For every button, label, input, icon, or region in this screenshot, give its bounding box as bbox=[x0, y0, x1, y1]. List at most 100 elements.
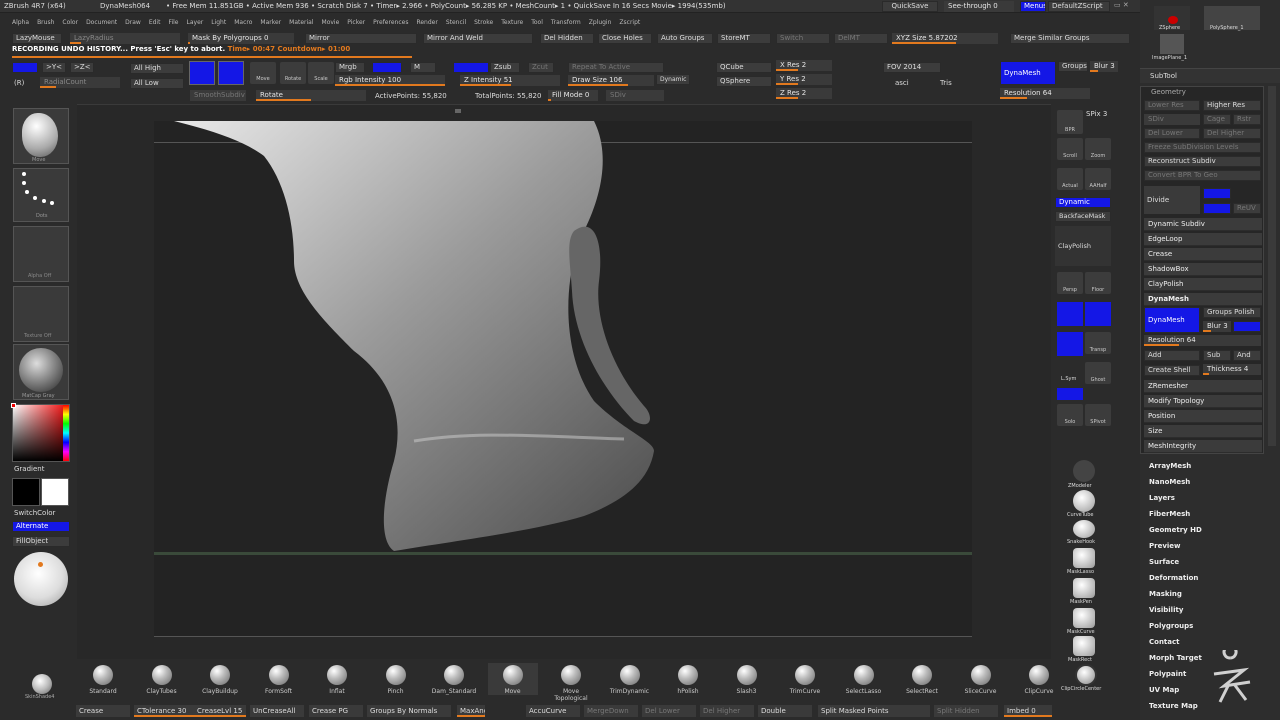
subpalette-geometry-hd[interactable]: Geometry HD bbox=[1149, 526, 1202, 534]
mask-by-polygroups-slider[interactable]: Mask By Polygroups 0 bbox=[188, 33, 294, 44]
material-thumbnail[interactable]: MatCap Gray bbox=[13, 344, 69, 400]
hue-strip[interactable] bbox=[63, 405, 69, 461]
dynamic-persp-toggle[interactable]: Dynamic bbox=[1055, 197, 1111, 208]
m-button[interactable]: M bbox=[410, 62, 436, 73]
menu-marker[interactable]: Marker bbox=[260, 19, 281, 26]
zmodeler-icon[interactable] bbox=[1073, 460, 1095, 482]
maskpen-icon[interactable] bbox=[1073, 578, 1095, 598]
mirror-button[interactable]: Mirror bbox=[305, 33, 417, 44]
radial-r-toggle[interactable]: (R) bbox=[14, 79, 24, 87]
subpalette-polygroups[interactable]: Polygroups bbox=[1149, 622, 1193, 630]
del-hidden-button[interactable]: Del Hidden bbox=[540, 33, 594, 44]
spix-slider[interactable]: SPix 3 bbox=[1086, 110, 1107, 118]
xyz-rotate-button[interactable] bbox=[1085, 302, 1111, 326]
menu-edit[interactable]: Edit bbox=[149, 19, 161, 26]
menu-zscript[interactable]: Zscript bbox=[619, 19, 640, 26]
draw-mode-button[interactable] bbox=[218, 61, 244, 85]
mrgb-button[interactable]: Mrgb bbox=[335, 62, 365, 73]
brush-thumbnail[interactable]: Move bbox=[13, 108, 69, 164]
zadd-button[interactable] bbox=[453, 62, 489, 73]
suv-toggle[interactable] bbox=[1203, 203, 1231, 214]
dynamic-subdiv-section[interactable]: Dynamic Subdiv bbox=[1144, 218, 1262, 231]
window-controls[interactable]: ▭ ✕ bbox=[1114, 1, 1129, 9]
fill-mode-slider[interactable]: Fill Mode 0 bbox=[548, 90, 598, 101]
del-higher-geo-button[interactable]: Del Higher bbox=[1203, 128, 1261, 139]
brush-standard[interactable]: Standard bbox=[78, 663, 128, 695]
subpalette-deformation[interactable]: Deformation bbox=[1149, 574, 1198, 582]
split-hidden-button[interactable]: Split Hidden bbox=[934, 705, 998, 717]
lower-res-button[interactable]: Lower Res bbox=[1144, 100, 1200, 111]
subpalette-polypaint[interactable]: Polypaint bbox=[1149, 670, 1186, 678]
uncreaseall-button[interactable]: UnCreaseAll bbox=[250, 705, 304, 717]
xyz-size-slider[interactable]: XYZ Size 5.87202 bbox=[892, 33, 998, 44]
menu-light[interactable]: Light bbox=[211, 19, 226, 26]
stroke-thumbnail[interactable]: Dots bbox=[13, 168, 69, 222]
brush-selectlasso[interactable]: SelectLasso bbox=[839, 663, 889, 695]
symmetry-x-toggle[interactable] bbox=[12, 62, 38, 73]
symmetry-z-toggle[interactable]: >Z< bbox=[70, 62, 94, 73]
menu-preferences[interactable]: Preferences bbox=[373, 19, 408, 26]
menus-toggle[interactable]: Menus bbox=[1020, 1, 1046, 12]
subpalette-uv-map[interactable]: UV Map bbox=[1149, 686, 1179, 694]
dynamesh-button[interactable]: DynaMesh bbox=[1144, 307, 1200, 333]
fill-object-button[interactable]: FillObject bbox=[12, 536, 70, 547]
brush-claybuildup[interactable]: ClayBuildup bbox=[195, 663, 245, 695]
texture-thumbnail[interactable]: Texture Off bbox=[13, 286, 69, 342]
z-res-slider[interactable]: Z Res 2 bbox=[776, 88, 832, 99]
lsym-button[interactable] bbox=[1057, 332, 1083, 356]
polyf-button[interactable] bbox=[1057, 388, 1083, 400]
dynamesh-resolution-slider[interactable]: Resolution 64 bbox=[1144, 335, 1261, 346]
transp-button[interactable]: Transp bbox=[1085, 332, 1111, 354]
z-intensity-slider[interactable]: Z Intensity 51 bbox=[460, 75, 560, 86]
ctolerance-slider[interactable]: CTolerance 30 bbox=[134, 705, 194, 717]
fov-button[interactable]: FOV 2014 bbox=[883, 62, 941, 73]
rstr-button[interactable]: Rstr bbox=[1233, 114, 1261, 125]
quicksave-button[interactable]: QuickSave bbox=[882, 1, 938, 12]
tris-button[interactable]: Tris bbox=[940, 79, 952, 87]
brush-selectrect[interactable]: SelectRect bbox=[897, 663, 947, 695]
asci-button[interactable]: asci bbox=[895, 79, 909, 87]
subpalette-texture-map[interactable]: Texture Map bbox=[1149, 702, 1198, 710]
menu-alpha[interactable]: Alpha bbox=[12, 19, 29, 26]
brush-slicecurve[interactable]: SliceCurve bbox=[956, 663, 1006, 695]
brush-hpolish[interactable]: hPolish bbox=[663, 663, 713, 695]
scroll-button[interactable]: Scroll bbox=[1057, 138, 1083, 160]
smt-toggle[interactable] bbox=[1203, 188, 1231, 199]
groups-by-normals-button[interactable]: Groups By Normals bbox=[367, 705, 451, 717]
crease-button[interactable]: Crease bbox=[76, 705, 130, 717]
rotate-slider[interactable]: Rotate bbox=[256, 90, 366, 101]
qsphere-button[interactable]: QSphere bbox=[716, 76, 772, 87]
size-section[interactable]: Size bbox=[1144, 425, 1262, 438]
document-canvas[interactable] bbox=[77, 104, 1051, 659]
all-low-button[interactable]: All Low bbox=[130, 78, 184, 89]
storemt-button[interactable]: StoreMT bbox=[717, 33, 771, 44]
lazymouse-button[interactable]: LazyMouse bbox=[12, 33, 62, 44]
edgeloop-section[interactable]: EdgeLoop bbox=[1144, 233, 1262, 246]
brush-move-topological[interactable]: Move Topological bbox=[546, 663, 596, 702]
main-color-swatch[interactable] bbox=[41, 478, 69, 506]
aahalf-button[interactable]: AAHalf bbox=[1085, 168, 1111, 190]
subtool-header[interactable]: SubTool bbox=[1140, 68, 1280, 83]
maxangle-slider[interactable]: MaxAngle bbox=[457, 705, 485, 717]
lazyradius-slider[interactable]: LazyRadius bbox=[70, 33, 180, 44]
brush-inflat[interactable]: Inflat bbox=[312, 663, 362, 695]
sdiv-geo-slider[interactable]: SDiv bbox=[1144, 114, 1200, 125]
menu-material[interactable]: Material bbox=[289, 19, 313, 26]
scale-mode-button[interactable]: Scale bbox=[308, 62, 334, 84]
zoom-button[interactable]: Zoom bbox=[1085, 138, 1111, 160]
spivot-button[interactable]: SPivot bbox=[1085, 404, 1111, 426]
menu-render[interactable]: Render bbox=[416, 19, 437, 26]
geometry-header[interactable]: Geometry bbox=[1151, 88, 1186, 96]
thickness-slider[interactable]: Thickness 4 bbox=[1203, 364, 1261, 375]
creaselvl-slider[interactable]: CreaseLvl 15 bbox=[194, 705, 246, 717]
canvas-handle[interactable] bbox=[455, 109, 461, 113]
subpalette-morph-target[interactable]: Morph Target bbox=[1149, 654, 1202, 662]
menu-document[interactable]: Document bbox=[86, 19, 117, 26]
menu-stroke[interactable]: Stroke bbox=[474, 19, 493, 26]
claypolish-section[interactable]: ClayPolish bbox=[1144, 278, 1262, 291]
rgb-intensity-slider[interactable]: Rgb Intensity 100 bbox=[335, 75, 445, 86]
dynamesh-project-toggle[interactable] bbox=[1233, 321, 1261, 332]
brush-trimdynamic[interactable]: TrimDynamic bbox=[605, 663, 655, 695]
dynamesh-blur-slider[interactable]: Blur 3 bbox=[1203, 321, 1231, 332]
menu-movie[interactable]: Movie bbox=[322, 19, 340, 26]
